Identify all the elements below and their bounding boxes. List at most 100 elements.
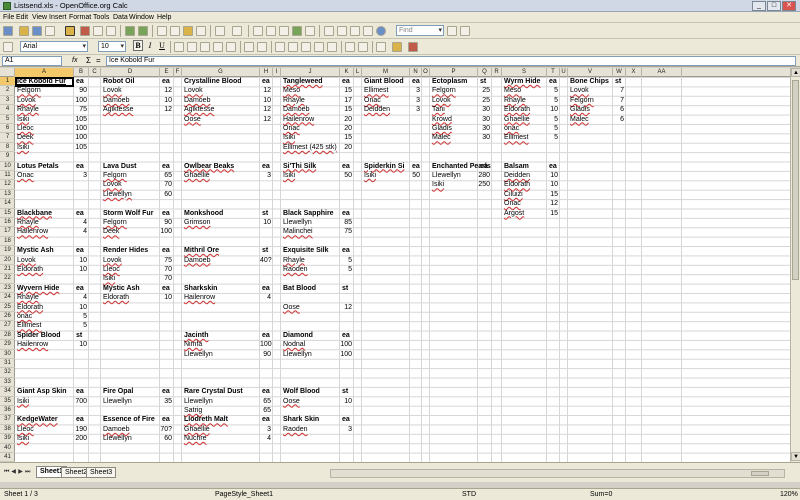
paste-icon[interactable] (183, 26, 193, 36)
cell-h29[interactable]: 100 (260, 340, 272, 349)
row-header[interactable]: 11 (0, 171, 15, 181)
row-header[interactable]: 1 (0, 77, 15, 87)
function-icon[interactable]: = (96, 56, 101, 66)
scroll-up-icon[interactable]: ▲ (791, 68, 800, 77)
cell-k10[interactable]: ea (342, 162, 350, 171)
cell-e10[interactable]: ea (162, 162, 170, 171)
name-box[interactable]: A1 (2, 56, 62, 66)
zoom-icon[interactable] (363, 26, 373, 36)
cell-m10[interactable]: Spiderkin Si (364, 162, 404, 171)
cell-a39[interactable]: Isiki (17, 434, 29, 443)
cell-h30[interactable]: 90 (260, 350, 271, 359)
cell-v5[interactable]: Malec (570, 115, 589, 124)
cell-d20[interactable]: Lovok (103, 256, 122, 265)
cell-s10[interactable]: Balsam (504, 162, 529, 171)
cell-e38[interactable]: 70? (160, 425, 172, 434)
scroll-down-icon[interactable]: ▼ (791, 452, 800, 461)
cell-m4[interactable]: Deidden (364, 105, 390, 114)
cell-a5[interactable]: Isiki (17, 115, 29, 124)
cell-a34[interactable]: Giant Asp Skin (17, 387, 67, 396)
cell-g19[interactable]: Mithril Ore (184, 246, 219, 255)
column-header-l[interactable]: L (354, 68, 362, 77)
align-center-icon[interactable] (187, 42, 197, 52)
cell-d24[interactable]: Eldorath (103, 293, 129, 302)
cell-g2[interactable]: Lovok (184, 86, 203, 95)
cell-a26[interactable]: onac (17, 312, 32, 321)
sort-descending-icon[interactable] (279, 26, 289, 36)
merge-cells-icon[interactable] (226, 42, 236, 52)
cell-k34[interactable]: st (342, 387, 348, 396)
cell-h23[interactable]: ea (262, 284, 270, 293)
cell-h2[interactable]: 12 (260, 86, 271, 95)
cell-a10[interactable]: Lotus Petals (17, 162, 59, 171)
horizontal-scroll-thumb[interactable] (751, 471, 769, 476)
cell-e23[interactable]: ea (162, 284, 170, 293)
left-to-right-icon[interactable] (244, 42, 254, 52)
column-header-c[interactable]: C (89, 68, 101, 77)
cell-q6[interactable]: 30 (478, 124, 490, 133)
export-pdf-icon[interactable] (80, 26, 90, 36)
cell-a19[interactable]: Mystic Ash (17, 246, 54, 255)
cell-d12[interactable]: Lovok (103, 180, 122, 189)
menu-help[interactable]: Help (157, 13, 171, 22)
cell-k2[interactable]: 15 (340, 86, 352, 95)
font-size-select[interactable]: 10 (98, 41, 126, 52)
cell-b27[interactable]: 5 (74, 321, 87, 330)
font-color-icon[interactable] (408, 42, 418, 52)
cell-b29[interactable]: 10 (74, 340, 87, 349)
cell-b20[interactable]: 10 (74, 256, 87, 265)
cell-j8[interactable]: Ellimest (425 stk) (283, 143, 337, 152)
row-header[interactable]: 36 (0, 406, 15, 416)
right-to-left-icon[interactable] (257, 42, 267, 52)
cell-n4[interactable]: 3 (410, 105, 420, 114)
cell-j3[interactable]: Rhayle (283, 96, 305, 105)
cell-g1[interactable]: Crystalline Blood (184, 77, 242, 86)
cell-p4[interactable]: Tani (432, 105, 445, 114)
row-header[interactable]: 30 (0, 350, 15, 359)
row-header[interactable]: 26 (0, 312, 15, 322)
navigator-icon[interactable] (337, 26, 347, 36)
cell-g11[interactable]: Ghaellie (184, 171, 210, 180)
cell-a6[interactable]: Lleoc (17, 124, 34, 133)
row-header[interactable]: 28 (0, 331, 15, 341)
cell-b23[interactable]: ea (76, 284, 84, 293)
cell-v2[interactable]: Lovok (570, 86, 589, 95)
row-header[interactable]: 24 (0, 293, 15, 303)
chart-icon[interactable] (292, 26, 302, 36)
cell-h10[interactable]: ea (262, 162, 270, 171)
cell-j1[interactable]: Tangleweed (283, 77, 323, 86)
next-sheet-icon[interactable]: ▶ (18, 468, 23, 476)
column-header-x[interactable]: X (626, 68, 642, 77)
cell-m11[interactable]: Isiki (364, 171, 376, 180)
cell-j16[interactable]: Llewellyn (283, 218, 312, 227)
column-header-t[interactable]: T (547, 68, 560, 77)
cell-b17[interactable]: 4 (74, 227, 87, 236)
cell-d34[interactable]: Fire Opal (103, 387, 133, 396)
cell-n3[interactable]: 3 (410, 96, 420, 105)
menu-tools[interactable]: Tools (93, 13, 109, 22)
cell-j28[interactable]: Diamond (283, 331, 313, 340)
cell-d35[interactable]: Llewellyn (103, 397, 132, 406)
cell-s1[interactable]: Wyrm Hide (504, 77, 540, 86)
find-replace-icon[interactable] (324, 26, 334, 36)
percent-format-icon[interactable] (288, 42, 298, 52)
row-header[interactable]: 3 (0, 96, 15, 106)
cell-k6[interactable]: 20 (340, 124, 352, 133)
vertical-scrollbar[interactable]: ▲ ▼ (790, 68, 800, 462)
row-header[interactable]: 23 (0, 284, 15, 294)
spreadsheet-grid[interactable]: A B C D E F G H I J K L M N O P Q R S T U V W X AA 1 2 3 4 5 6 7 8 9 10 11… (0, 68, 790, 462)
column-header-b[interactable]: B (74, 68, 89, 77)
cell-e24[interactable]: 10 (160, 293, 172, 302)
cell-d11[interactable]: Felgorn (103, 171, 127, 180)
cell-v4[interactable]: Gladis (570, 105, 590, 114)
currency-format-icon[interactable] (275, 42, 285, 52)
cell-s13[interactable]: Ciluizi (504, 190, 523, 199)
row-header[interactable]: 29 (0, 340, 15, 350)
cell-k4[interactable]: 15 (340, 105, 352, 114)
cell-a7[interactable]: Deek (17, 133, 33, 142)
cell-g3[interactable]: Damoeb (184, 96, 210, 105)
cell-m3[interactable]: Onac (364, 96, 381, 105)
column-header-p[interactable]: P (430, 68, 478, 77)
menu-insert[interactable]: Insert (49, 13, 67, 22)
cell-k25[interactable]: 12 (340, 303, 352, 312)
